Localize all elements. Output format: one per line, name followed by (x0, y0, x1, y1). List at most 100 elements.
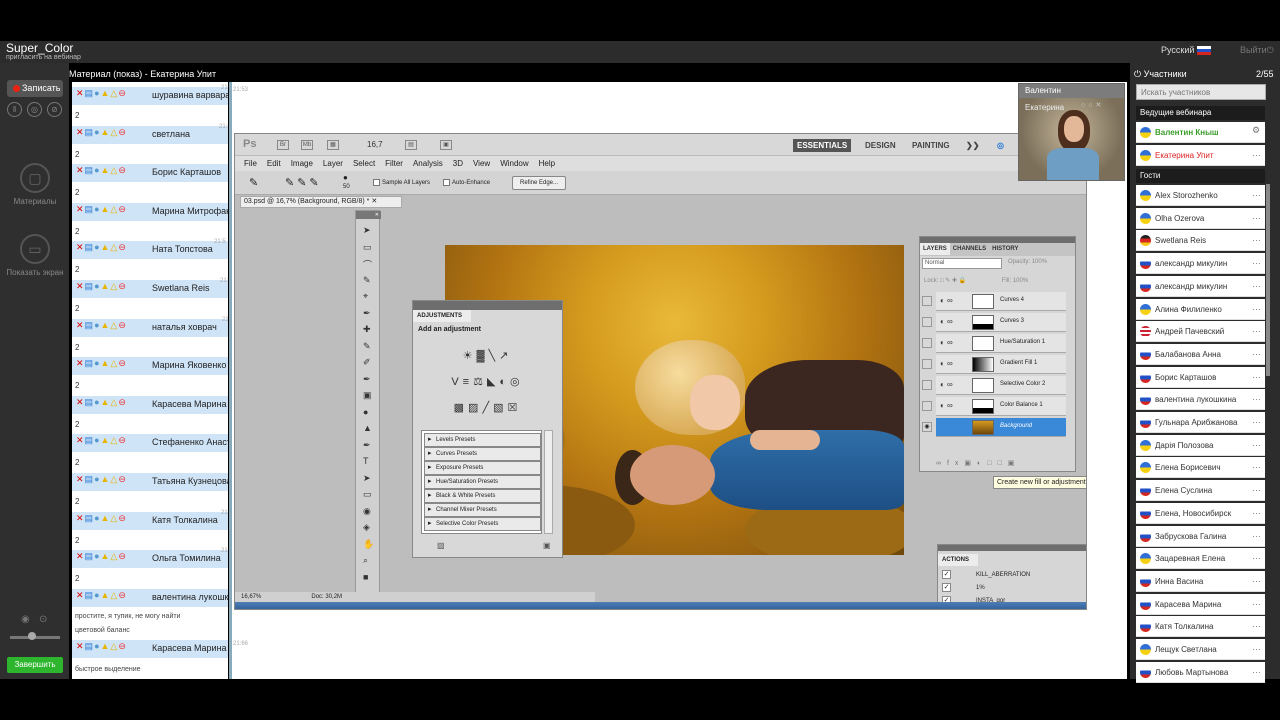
copy-icon[interactable]: ▤ (85, 204, 95, 214)
preset-item[interactable]: Curves Presets (424, 447, 541, 461)
chat-author[interactable]: Борис Карташов (152, 167, 221, 177)
participant-row[interactable]: Балабанова Анна… (1136, 343, 1265, 365)
tool-icon[interactable]: ◉ (363, 506, 371, 517)
copy-icon[interactable]: ▤ (85, 88, 95, 98)
participant-row[interactable]: Зацаревная Елена… (1136, 548, 1265, 570)
ban-icon[interactable]: ✕ (76, 358, 85, 368)
more-icon[interactable]: … (1252, 392, 1261, 402)
preset-item[interactable]: Black & White Presets (424, 489, 541, 503)
block-icon[interactable]: ⊖ (118, 435, 127, 445)
block-icon[interactable]: ⊖ (118, 358, 127, 368)
chat-row-action-icons[interactable]: ✕▤●▲△⊖ (76, 641, 127, 652)
webcam-control-icons[interactable]: ○○✕ (1081, 101, 1104, 109)
tool-icon[interactable]: ✒ (363, 374, 371, 385)
chat-author[interactable]: Татьяна Кузнецова (152, 476, 228, 486)
more-icon[interactable]: … (1252, 256, 1261, 266)
more-icon[interactable]: … (1252, 574, 1261, 584)
chat-author[interactable]: Ольга Томилина (152, 553, 221, 563)
minibridge-icon[interactable]: Mb (301, 140, 313, 150)
tab-history[interactable]: HISTORY (989, 243, 1021, 255)
visibility-icon[interactable] (922, 359, 932, 369)
participant-row[interactable]: Катя Толкалина… (1136, 616, 1265, 638)
block-icon[interactable]: ⊖ (118, 551, 127, 561)
quick-selection-tool-icon[interactable]: ✎ (249, 176, 258, 189)
chat-author[interactable]: Карасева Марина (152, 643, 227, 653)
refine-edge-button[interactable]: Refine Edge... (512, 176, 566, 190)
preset-item[interactable]: Exposure Presets (424, 461, 541, 475)
more-icon[interactable]: … (1252, 370, 1261, 380)
bell-icon[interactable]: ▲ (101, 320, 111, 330)
workspace-design[interactable]: DESIGN (861, 139, 900, 152)
participant-row[interactable]: Елена, Новосибирск… (1136, 502, 1265, 524)
participant-row[interactable]: Дарія Полозова… (1136, 434, 1265, 456)
share-screen-button[interactable]: ▭ Показать экран (4, 234, 66, 277)
preset-item[interactable]: Levels Presets (424, 433, 541, 447)
more-workspaces-icon[interactable]: ❯❯ (962, 139, 983, 152)
visibility-icon[interactable] (922, 401, 932, 411)
participant-row[interactable]: Валентин Кныш ⚙ (1136, 122, 1265, 143)
tool-icon[interactable]: ● (363, 407, 368, 417)
chat-row-action-icons[interactable]: ✕▤●▲△⊖ (76, 127, 127, 138)
copy-icon[interactable]: ▤ (85, 281, 95, 291)
tool-icon[interactable]: ✒ (363, 440, 371, 451)
ban-icon[interactable]: ✕ (76, 320, 85, 330)
block-icon[interactable]: ⊖ (118, 474, 127, 484)
bell-icon[interactable]: ▲ (101, 397, 111, 407)
block-icon[interactable]: ⊖ (118, 204, 127, 214)
bell-icon[interactable]: ▲ (101, 358, 111, 368)
chat-row-action-icons[interactable]: ✕▤●▲△⊖ (76, 204, 127, 215)
copy-icon[interactable]: ▤ (85, 513, 95, 523)
bell-icon[interactable]: ▲ (101, 88, 111, 98)
copy-icon[interactable]: ▤ (85, 435, 95, 445)
bell-icon[interactable]: ▲ (101, 513, 111, 523)
participant-row[interactable]: Елена Суслина… (1136, 480, 1265, 502)
layer-row[interactable]: ◐ ∞ Color Balance 1 (922, 397, 1066, 416)
blend-mode-select[interactable]: Normal (922, 258, 1002, 269)
tool-icon[interactable]: ⌒ (363, 258, 372, 271)
copy-icon[interactable]: ▤ (85, 127, 95, 137)
menu-help[interactable]: Help (539, 159, 555, 168)
actions-tab[interactable]: ACTIONS (938, 554, 978, 566)
ban-icon[interactable]: ✕ (76, 397, 85, 407)
participant-row[interactable]: Alex Storozhenko… (1136, 185, 1265, 206)
tool-icon[interactable]: ✒ (363, 308, 371, 319)
block-icon[interactable]: ⊖ (118, 165, 127, 175)
more-icon[interactable]: … (1252, 529, 1261, 539)
tool-icon[interactable]: ✎ (363, 341, 371, 352)
presets-scrollbar[interactable] (544, 430, 553, 534)
chat-author[interactable]: Swetlana Reis (152, 283, 210, 293)
tool-icon[interactable]: ▲ (363, 423, 372, 433)
ban-icon[interactable]: ✕ (76, 435, 85, 445)
chat-author[interactable]: Стефаненко Анастасия (152, 437, 228, 447)
layer-footer-icons[interactable]: ∞fx▣◐□□▣ (920, 459, 1075, 471)
copy-icon[interactable]: ▤ (85, 242, 95, 252)
tool-icon[interactable]: ✋ (363, 539, 374, 550)
bell-icon[interactable]: ▲ (101, 242, 111, 252)
ban-icon[interactable]: ✕ (76, 204, 85, 214)
bell-icon[interactable]: ▲ (101, 204, 111, 214)
chat-author[interactable]: Карасева Марина (152, 399, 227, 409)
layer-row[interactable]: ◉ Background (922, 418, 1066, 437)
participants-search-input[interactable] (1136, 84, 1266, 100)
tool-icon[interactable]: ✐ (363, 357, 371, 368)
more-icon[interactable]: … (1252, 460, 1261, 470)
chat-row-action-icons[interactable]: ✕▤●▲△⊖ (76, 590, 127, 601)
sample-all-layers-checkbox[interactable]: Sample All Layers (373, 179, 430, 186)
more-icon[interactable]: ⚙ (1252, 125, 1260, 136)
tool-icon[interactable]: ➤ (363, 225, 371, 236)
layer-row[interactable]: ◐ ∞ Curves 4 (922, 292, 1066, 311)
adjustment-icons-row-1[interactable]: ☀▓╲↗ (413, 349, 562, 362)
ban-icon[interactable]: ✕ (76, 551, 85, 561)
menu-view[interactable]: View (473, 159, 490, 168)
tool-icon[interactable]: ✎ (363, 275, 371, 286)
block-icon[interactable]: ⊖ (118, 88, 127, 98)
more-icon[interactable]: … (1252, 619, 1261, 629)
invite-link[interactable]: пригласить на вебинар (6, 54, 81, 61)
record-button[interactable]: Записать (7, 80, 63, 97)
adjustments-tab[interactable]: ADJUSTMENTS (413, 310, 471, 322)
menu-file[interactable]: File (244, 159, 257, 168)
block-icon[interactable]: ⊖ (118, 397, 127, 407)
more-icon[interactable]: … (1252, 324, 1261, 334)
copy-icon[interactable]: ▤ (85, 551, 95, 561)
more-icon[interactable]: … (1252, 347, 1261, 357)
